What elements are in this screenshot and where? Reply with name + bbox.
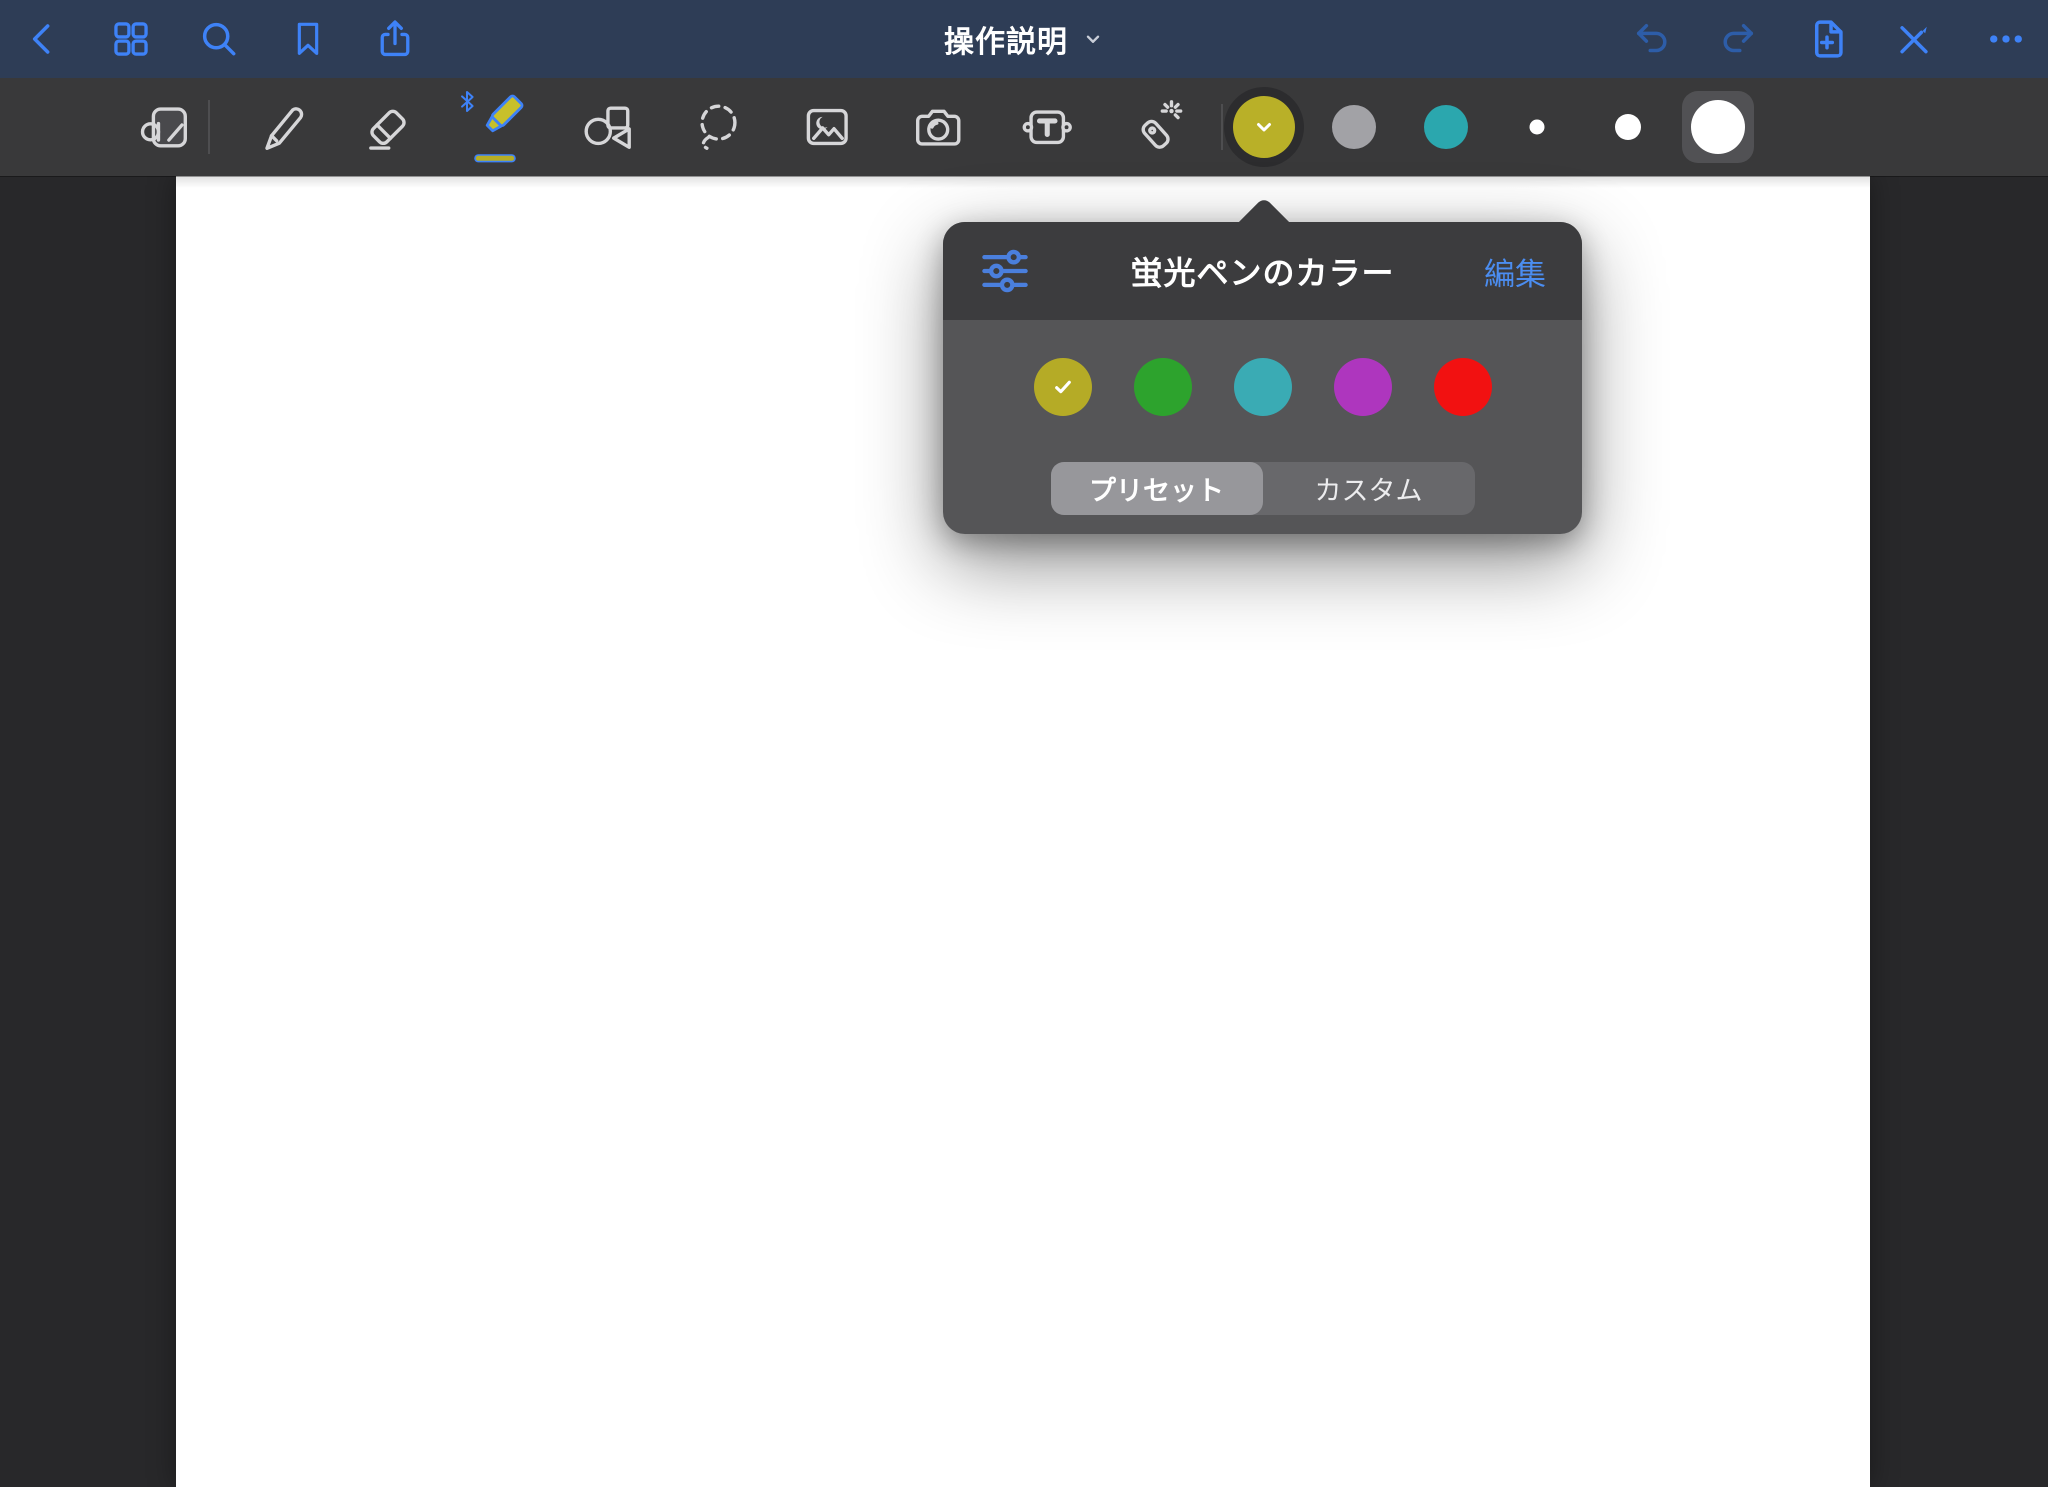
page-mode-button[interactable]: [136, 98, 194, 156]
share-icon: [374, 18, 416, 60]
popover-title: 蛍光ペンのカラー: [1130, 248, 1394, 294]
current-color-button[interactable]: [1224, 87, 1304, 167]
color-swatch-teal[interactable]: [1424, 105, 1468, 149]
navigation-bar: 操作説明: [0, 0, 2048, 78]
color-swatch-row: [943, 320, 1582, 416]
check-icon: [1049, 373, 1077, 401]
stroke-size-medium[interactable]: [1615, 114, 1641, 140]
lasso-icon: [689, 98, 747, 156]
tool-bar: [0, 78, 2048, 176]
segment-custom[interactable]: カスタム: [1263, 462, 1475, 515]
text-icon: [1018, 98, 1076, 156]
document-title[interactable]: 操作説明: [944, 17, 1104, 61]
eraser-icon: [359, 98, 417, 156]
current-color-swatch: [1233, 96, 1295, 158]
popover-body: プリセット カスタム: [943, 320, 1582, 534]
search-icon: [198, 18, 240, 60]
image-tool-button[interactable]: [798, 98, 856, 156]
eraser-tool-button[interactable]: [359, 98, 417, 156]
highlighter-tool-button[interactable]: [458, 86, 530, 168]
laser-pointer-tool-button[interactable]: [1128, 98, 1186, 156]
preset-color-swatch-yellow[interactable]: [1034, 358, 1092, 416]
laser-pointer-icon: [1128, 98, 1186, 156]
sliders-icon[interactable]: [979, 245, 1031, 297]
pen-icon: [252, 98, 310, 156]
preset-custom-segmented-control: プリセット カスタム: [1051, 462, 1475, 515]
ellipsis-icon: [1985, 18, 2027, 60]
edit-colors-button[interactable]: 編集: [1484, 249, 1546, 294]
popover-header: 蛍光ペンのカラー 編集: [943, 222, 1582, 320]
preset-color-swatch-red[interactable]: [1434, 358, 1492, 416]
add-page-icon: [1805, 17, 1849, 61]
bookmark-button[interactable]: [288, 19, 328, 59]
back-chevron-icon: [23, 19, 63, 59]
redo-icon: [1717, 18, 1759, 60]
page-title: 操作説明: [944, 17, 1068, 61]
preset-color-swatch-purple[interactable]: [1334, 358, 1392, 416]
stylus-cross-icon: [1893, 18, 1935, 60]
undo-icon: [1631, 18, 1673, 60]
add-page-button[interactable]: [1805, 17, 1849, 61]
preset-color-swatch-green[interactable]: [1134, 358, 1192, 416]
share-button[interactable]: [374, 18, 416, 60]
lasso-tool-button[interactable]: [689, 98, 747, 156]
title-chevron-down-icon: [1082, 28, 1104, 50]
bluetooth-icon: [462, 92, 473, 111]
highlighter-icon: [458, 86, 530, 168]
highlighter-color-popover: 蛍光ペンのカラー 編集 プリセット カスタム: [943, 222, 1582, 534]
search-button[interactable]: [198, 18, 240, 60]
back-button[interactable]: [23, 19, 63, 59]
stroke-size-small[interactable]: [1530, 120, 1545, 135]
thumbnails-button[interactable]: [110, 18, 152, 60]
text-tool-button[interactable]: [1018, 98, 1076, 156]
bookmark-icon: [288, 19, 328, 59]
more-button[interactable]: [1985, 18, 2027, 60]
preset-color-swatch-teal[interactable]: [1234, 358, 1292, 416]
camera-icon: [909, 98, 967, 156]
shapes-icon: [577, 98, 635, 156]
toolbar-divider: [1221, 104, 1223, 150]
thumbnails-grid-icon: [110, 18, 152, 60]
shapes-tool-button[interactable]: [577, 98, 635, 156]
color-swatch-gray[interactable]: [1332, 105, 1376, 149]
pen-tool-button[interactable]: [252, 98, 310, 156]
redo-button[interactable]: [1717, 18, 1759, 60]
image-icon: [798, 98, 856, 156]
stylus-toggle-button[interactable]: [1893, 18, 1935, 60]
segment-preset[interactable]: プリセット: [1051, 462, 1263, 515]
notes-app: 操作説明: [0, 0, 2048, 1487]
page-mode-icon: [136, 98, 194, 156]
camera-tool-button[interactable]: [909, 98, 967, 156]
swatch-chevron-down-icon: [1252, 115, 1276, 139]
stroke-size-large-dot: [1691, 100, 1745, 154]
stroke-size-large[interactable]: [1682, 91, 1754, 163]
toolbar-divider: [208, 100, 210, 154]
undo-button[interactable]: [1631, 18, 1673, 60]
